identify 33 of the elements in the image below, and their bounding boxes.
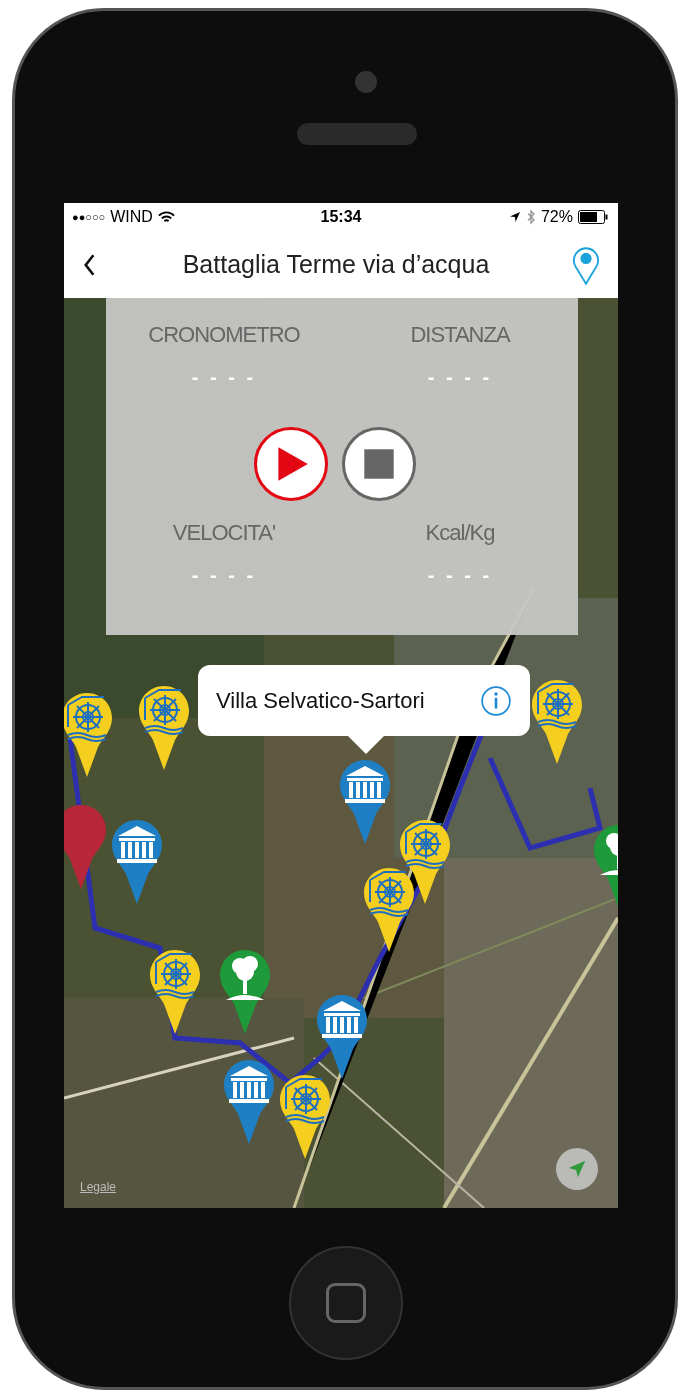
camera-icon xyxy=(355,71,377,93)
stat-label: VELOCITA' xyxy=(172,520,276,546)
tree-map-pin[interactable] xyxy=(218,948,272,1036)
place-name: Villa Selvatico-Sartori xyxy=(216,687,425,714)
wheel-map-pin[interactable] xyxy=(64,691,114,779)
carrier-name: WIND xyxy=(110,208,153,226)
speaker-icon xyxy=(297,123,417,145)
battery-icon xyxy=(578,210,608,224)
location-arrow-icon xyxy=(508,211,521,223)
legal-link[interactable]: Legale xyxy=(80,1180,117,1194)
page-title: Battaglia Terme via d’acqua xyxy=(181,250,491,279)
stat-label: CRONOMETRO xyxy=(148,322,300,348)
stat-value: - - - - xyxy=(191,564,257,587)
chevron-left-icon xyxy=(82,252,96,277)
info-icon[interactable] xyxy=(480,684,512,717)
bluetooth-icon xyxy=(525,209,536,225)
wheel-map-pin[interactable] xyxy=(278,1073,332,1161)
temple-map-pin[interactable] xyxy=(110,818,164,906)
battery-percent: 72% xyxy=(540,208,573,226)
stat-label: Kcal/Kg xyxy=(425,520,495,546)
temple-map-pin[interactable] xyxy=(315,993,369,1081)
stat-value: - - - - xyxy=(427,564,493,587)
clock-time: 15:34 xyxy=(320,208,362,226)
wheel-map-pin[interactable] xyxy=(137,684,191,772)
wheel-map-pin[interactable] xyxy=(362,866,416,954)
stat-label: DISTANZA xyxy=(410,322,510,348)
stat-value: - - - - xyxy=(191,366,257,389)
temple-map-pin[interactable] xyxy=(338,758,392,846)
stat-value: - - - - xyxy=(427,366,493,389)
signal-dots: ●●○○○ xyxy=(72,211,106,223)
temple-map-pin[interactable] xyxy=(222,1058,276,1146)
callout-pointer xyxy=(348,736,384,754)
wifi-icon xyxy=(157,210,175,224)
